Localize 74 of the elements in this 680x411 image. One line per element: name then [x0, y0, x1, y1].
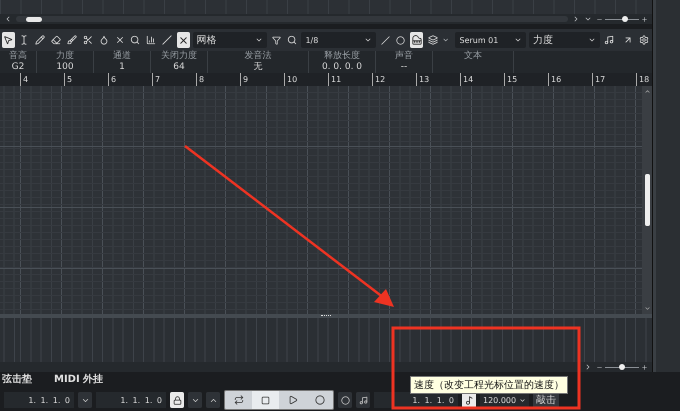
- locator-button[interactable]: [78, 392, 92, 408]
- monitor-button[interactable]: [338, 392, 352, 408]
- pencil-icon: [35, 35, 46, 45]
- caret-icon: [442, 36, 450, 44]
- left-locator-field[interactable]: 1. 1. 1. 0: [4, 392, 74, 408]
- piano-icon: [412, 35, 422, 45]
- x-icon: [178, 34, 189, 46]
- info-value[interactable]: 0. 0. 0. 0: [322, 62, 362, 73]
- lock-icon: [172, 396, 182, 404]
- scissors-icon: [82, 35, 93, 45]
- lane-dropdown[interactable]: 力度: [529, 32, 600, 48]
- magnifier-icon: [287, 35, 297, 45]
- eraser-icon: [51, 35, 62, 45]
- note-icon: [464, 396, 474, 404]
- text-cursor-icon: [19, 35, 30, 45]
- instrument-dropdown[interactable]: Serum 01: [455, 32, 526, 48]
- right-locator-field[interactable]: 1. 1. 1. 0: [96, 392, 166, 408]
- snap-toggle[interactable]: [176, 32, 190, 48]
- info-label: 文本: [464, 51, 482, 62]
- info-value[interactable]: 无: [254, 62, 262, 73]
- settings-icon: [638, 35, 649, 45]
- record-icon: [314, 395, 324, 405]
- spinner-icon: [519, 396, 526, 404]
- info-label: 力度: [56, 51, 74, 62]
- plus-icon: [641, 16, 648, 22]
- metronome-button[interactable]: [356, 392, 370, 408]
- circle-icon: [340, 396, 350, 404]
- quantize-dropdown[interactable]: 1/8: [301, 32, 376, 48]
- caret-icon: [254, 36, 263, 44]
- play-icon: [288, 395, 298, 405]
- info-value[interactable]: 1: [119, 62, 125, 73]
- info-label: 音高: [9, 51, 27, 62]
- punch-out-button[interactable]: [206, 392, 220, 408]
- info-value[interactable]: 64: [173, 62, 185, 73]
- punch-in-button[interactable]: [188, 392, 202, 408]
- brush-icon: [66, 35, 77, 45]
- status-tab[interactable]: MIDI 外挂: [54, 372, 104, 386]
- x-icon: [114, 35, 125, 45]
- horizontal-scrollbar[interactable]: [16, 16, 568, 22]
- note-icon: [358, 396, 368, 404]
- circle-icon: [396, 36, 406, 44]
- stop-button[interactable]: [252, 391, 279, 409]
- info-value[interactable]: G2: [12, 62, 24, 73]
- info-label: 发音法: [244, 51, 272, 62]
- caret-icon: [584, 15, 592, 23]
- line-icon: [162, 35, 172, 45]
- piano-view-button[interactable]: [410, 32, 424, 48]
- arrow-icon: [622, 35, 633, 45]
- pointer-icon: [3, 35, 14, 45]
- layers-icon: [428, 35, 438, 45]
- funnel-icon: [272, 36, 281, 44]
- tempo-tooltip: 速度（改变工程光标位置的速度）: [410, 376, 568, 394]
- snap-dropdown[interactable]: 网格: [192, 32, 267, 48]
- caret-icon: [588, 36, 596, 44]
- info-label: 关闭力度: [161, 51, 197, 62]
- info-label: 通道: [113, 51, 131, 62]
- slash-icon: [380, 36, 390, 44]
- lock-button[interactable]: [170, 392, 184, 408]
- droplet-icon: [98, 35, 109, 45]
- tool-button[interactable]: [2, 32, 15, 48]
- stop-icon: [261, 396, 270, 404]
- plus-icon: [641, 364, 648, 370]
- info-value[interactable]: --: [400, 62, 408, 73]
- info-label: 声音: [395, 51, 413, 62]
- loop-icon: [234, 395, 244, 405]
- note-icon: [604, 35, 614, 45]
- caret-icon: [364, 36, 372, 44]
- info-label: 释放长度: [324, 51, 360, 62]
- info-value[interactable]: 100: [56, 62, 74, 73]
- caret-icon: [514, 36, 522, 44]
- magnifier-icon: [130, 35, 140, 45]
- status-tab[interactable]: 弦击垫: [2, 372, 32, 386]
- vertical-scrollbar[interactable]: [642, 86, 652, 314]
- bars-icon: [146, 35, 156, 45]
